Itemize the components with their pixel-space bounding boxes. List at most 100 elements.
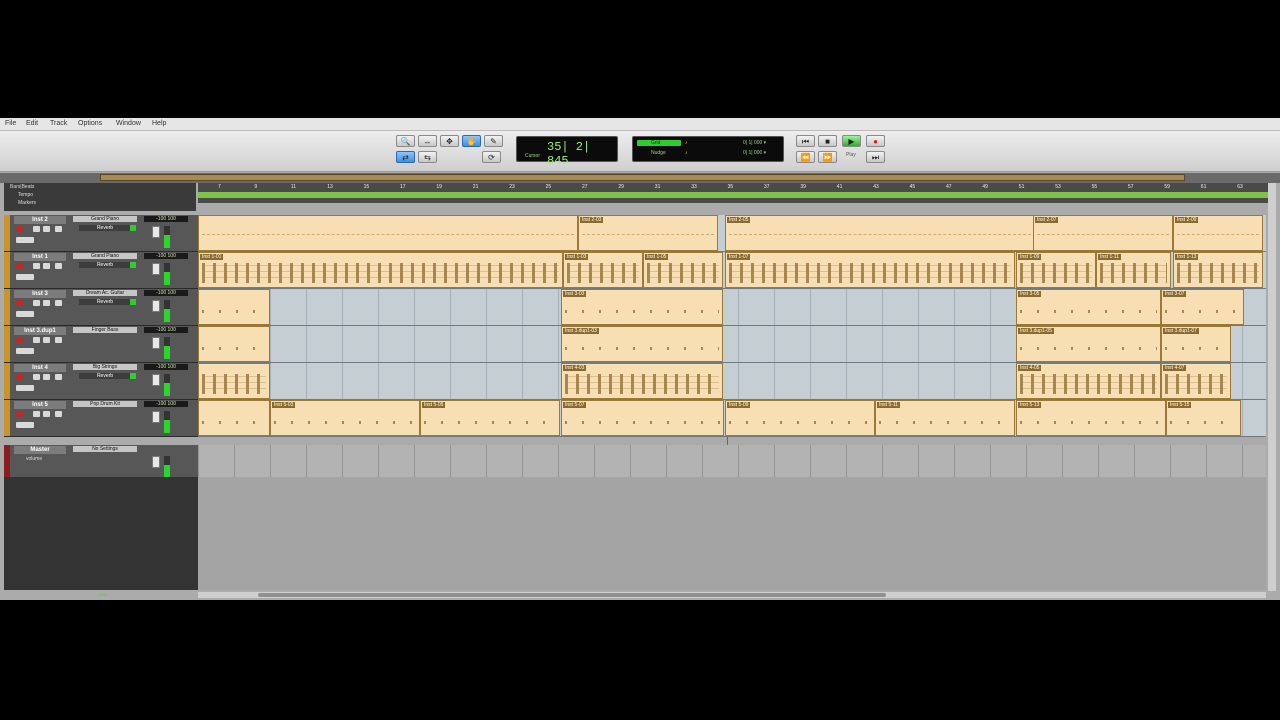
instrument-name[interactable]: Big Strings — [73, 364, 137, 370]
midi-clip[interactable] — [198, 215, 578, 251]
input-monitor-button[interactable] — [55, 263, 62, 269]
zoom-tool-button[interactable]: 🔍 — [396, 135, 415, 147]
midi-clip[interactable]: Inst 2-09 — [1173, 215, 1263, 251]
record-button[interactable]: ● — [866, 135, 885, 147]
track-name[interactable]: Inst 2 — [14, 216, 66, 224]
midi-clip[interactable]: Inst 1-11 — [1096, 252, 1171, 288]
menu-track[interactable]: Track — [50, 120, 67, 127]
midi-clip[interactable]: Inst 2-05 — [725, 215, 1035, 251]
midi-clip[interactable]: Inst 3.dup1-03 — [561, 326, 723, 362]
plugin-insert[interactable]: Reverb — [79, 262, 131, 268]
horizontal-scrollbar[interactable] — [198, 592, 1266, 598]
edit-mode-button[interactable]: ⇄ — [396, 151, 415, 163]
midi-clip[interactable]: Inst 2-03 — [578, 215, 718, 251]
menu-window[interactable]: Window — [116, 120, 141, 127]
stop-button[interactable]: ■ — [818, 135, 837, 147]
instrument-name[interactable]: Pop Drum Kit — [73, 401, 137, 407]
plugin-insert[interactable]: Reverb — [79, 373, 131, 379]
overview-visible-range[interactable] — [100, 174, 1185, 181]
return-to-zero-button[interactable]: ⏮ — [796, 135, 815, 147]
track-view-selector[interactable] — [16, 237, 34, 243]
midi-clip[interactable]: Inst 5-15 — [1166, 400, 1241, 436]
fast-forward-button[interactable]: ⏩ — [818, 151, 837, 163]
track-lane[interactable]: Inst 5-03 Inst 5-05 Inst 5-07 Inst 5-09 Inst… — [198, 400, 1266, 437]
track-name[interactable]: Inst 4 — [14, 364, 66, 372]
input-monitor-button[interactable] — [55, 411, 62, 417]
record-enable-button[interactable] — [16, 226, 23, 232]
midi-clip[interactable]: Inst 1-05 — [643, 252, 723, 288]
menu-options[interactable]: Options — [78, 120, 102, 127]
midi-clip[interactable]: Inst 5-03 — [270, 400, 420, 436]
midi-clip[interactable]: Inst 3-05 — [1016, 289, 1161, 325]
track-name[interactable]: Inst 3 — [14, 290, 66, 298]
master-setting[interactable]: No Settings — [73, 446, 137, 452]
volume-fader[interactable] — [152, 300, 160, 312]
instrument-name[interactable]: Grand Piano — [73, 216, 137, 222]
track-view-selector[interactable] — [16, 385, 34, 391]
solo-button[interactable] — [33, 337, 40, 343]
input-monitor-button[interactable] — [55, 300, 62, 306]
input-monitor-button[interactable] — [55, 374, 62, 380]
vertical-scrollbar[interactable] — [1268, 183, 1276, 591]
midi-clip[interactable]: Inst 5-09 — [725, 400, 875, 436]
track-name[interactable]: Inst 5 — [14, 401, 66, 409]
track-view-selector[interactable] — [16, 311, 34, 317]
mute-button[interactable] — [43, 263, 50, 269]
input-monitor-button[interactable] — [55, 226, 62, 232]
midi-clip[interactable] — [198, 400, 270, 436]
solo-button[interactable] — [33, 374, 40, 380]
trim-tool-button[interactable]: ↔ — [418, 135, 437, 147]
track-name[interactable]: Inst 1 — [14, 253, 66, 261]
main-counter[interactable]: 35| 2| 845 Cursor — [516, 136, 618, 168]
mute-button[interactable] — [43, 226, 50, 232]
master-fader[interactable] — [152, 456, 160, 468]
instrument-name[interactable]: Finger Bass — [73, 327, 137, 333]
midi-clip[interactable]: Inst 4-07 — [1161, 363, 1231, 399]
solo-button[interactable] — [33, 263, 40, 269]
midi-clip[interactable]: Inst 2-07 — [1033, 215, 1173, 251]
mute-button[interactable] — [43, 300, 50, 306]
midi-clip[interactable]: Inst 3-03 — [561, 289, 723, 325]
track-view-selector[interactable] — [16, 348, 34, 354]
record-enable-button[interactable] — [16, 337, 23, 343]
midi-clip[interactable]: Inst 1-01 — [198, 252, 563, 288]
plugin-insert[interactable]: Reverb — [79, 225, 131, 231]
solo-button[interactable] — [33, 300, 40, 306]
track-view-selector[interactable] — [16, 422, 34, 428]
instrument-name[interactable]: Dream Ac. Guitar — [73, 290, 137, 296]
menu-edit[interactable]: Edit — [26, 120, 38, 127]
pencil-tool-button[interactable]: ✎ — [484, 135, 503, 147]
horizontal-scroll-thumb[interactable] — [258, 593, 886, 597]
midi-clip[interactable]: Inst 4-05 — [1016, 363, 1161, 399]
track-name[interactable]: Inst 3.dup1 — [14, 327, 66, 335]
link-button[interactable]: ⇆ — [418, 151, 437, 163]
mute-button[interactable] — [43, 374, 50, 380]
track-view-selector[interactable] — [16, 274, 34, 280]
record-enable-button[interactable] — [16, 263, 23, 269]
solo-button[interactable] — [33, 411, 40, 417]
go-to-end-button[interactable]: ⏭ — [866, 151, 885, 163]
midi-clip[interactable]: Inst 5-13 — [1016, 400, 1166, 436]
midi-clip[interactable]: Inst 4-03 — [561, 363, 723, 399]
record-enable-button[interactable] — [16, 411, 23, 417]
grabber-tool-button[interactable]: ✋ — [462, 135, 481, 147]
menu-help[interactable]: Help — [152, 120, 166, 127]
master-name[interactable]: Master — [14, 446, 66, 454]
solo-button[interactable] — [33, 226, 40, 232]
midi-clip[interactable]: Inst 3-07 — [1161, 289, 1244, 325]
midi-clip[interactable]: Inst 1-03 — [563, 252, 643, 288]
midi-clip[interactable]: Inst 3.dup1-07 — [1161, 326, 1231, 362]
menu-file[interactable]: File — [5, 120, 16, 127]
input-monitor-button[interactable] — [55, 337, 62, 343]
midi-clip[interactable]: Inst 1-07 — [725, 252, 1015, 288]
track-lane[interactable]: Inst 3-03 Inst 3-05 Inst 3-07 — [198, 289, 1266, 326]
loop-button[interactable]: ⟳ — [482, 151, 501, 163]
instrument-name[interactable]: Grand Piano — [73, 253, 137, 259]
record-enable-button[interactable] — [16, 300, 23, 306]
volume-fader[interactable] — [152, 411, 160, 423]
track-lane[interactable]: Inst 3.dup1-03 Inst 3.dup1-05 Inst 3.dup1-… — [198, 326, 1266, 363]
mute-button[interactable] — [43, 411, 50, 417]
midi-clip[interactable]: Inst 5-07 — [561, 400, 724, 436]
midi-clip[interactable]: Inst 5-11 — [875, 400, 1015, 436]
midi-clip[interactable]: Inst 3.dup1-05 — [1016, 326, 1161, 362]
